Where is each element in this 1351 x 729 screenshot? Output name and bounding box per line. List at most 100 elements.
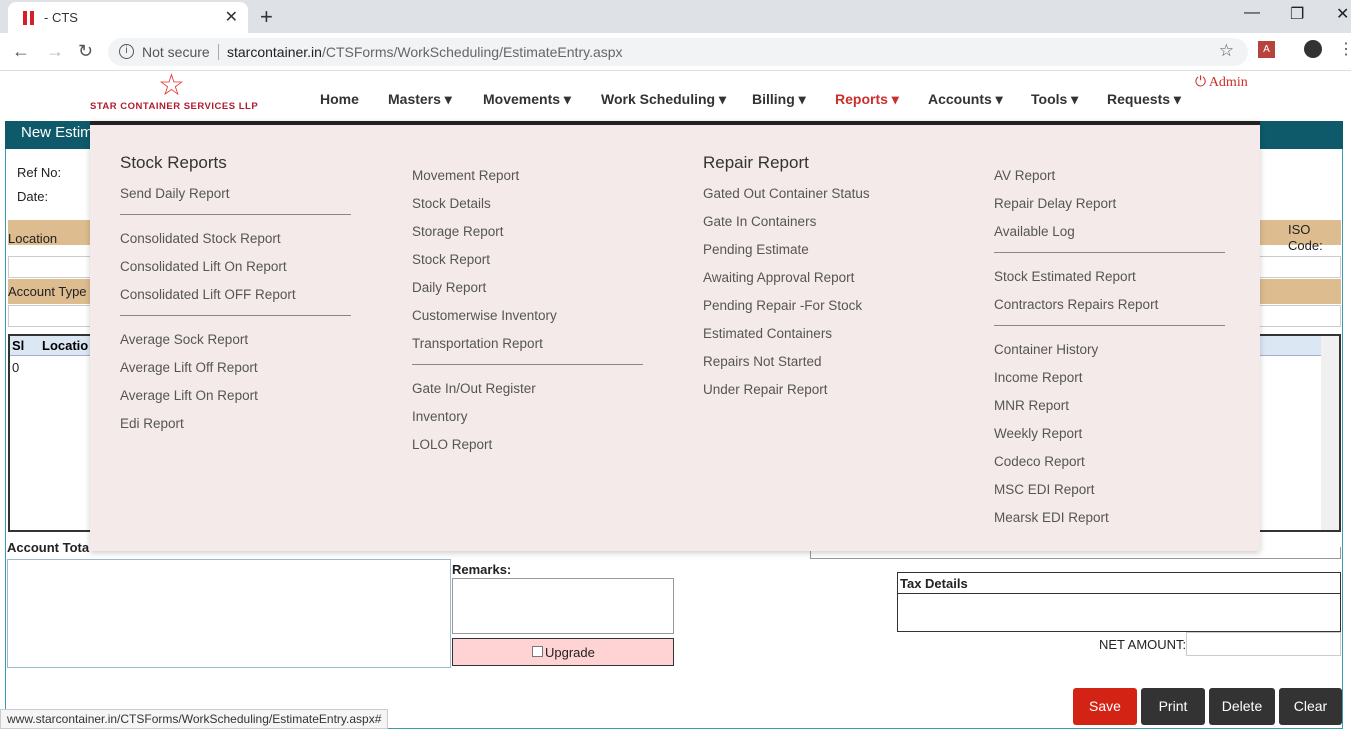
grid-col-sl: Sl — [12, 338, 25, 353]
menu-item-weekly-report[interactable]: Weekly Report — [994, 426, 1082, 441]
upgrade-box: Upgrade — [452, 638, 674, 666]
admin-link[interactable]: ⏻ Admin — [1195, 75, 1248, 91]
menu-item-edi-report[interactable]: Edi Report — [120, 416, 184, 431]
menu-item-estimated-containers[interactable]: Estimated Containers — [703, 326, 832, 341]
grid-scrollbar[interactable] — [1321, 336, 1339, 530]
menu-item-customerwise-inventory[interactable]: Customerwise Inventory — [412, 308, 557, 323]
menu-item-msc-edi-report[interactable]: MSC EDI Report — [994, 482, 1095, 497]
page-title: New Estim — [21, 124, 93, 141]
menu-item-stock-details[interactable]: Stock Details — [412, 196, 491, 211]
repair-report-heading: Repair Report — [703, 153, 809, 172]
pdf-extension-icon[interactable]: A — [1258, 41, 1275, 58]
save-button[interactable]: Save — [1073, 688, 1137, 725]
star-logo-icon: ☆ — [158, 69, 185, 102]
nav-movements[interactable]: Movements ▾ — [483, 91, 571, 108]
menu-item-daily-report[interactable]: Daily Report — [412, 280, 486, 295]
url-text: starcontainer.in/CTSForms/WorkScheduling… — [227, 44, 623, 60]
menu-divider — [120, 214, 351, 215]
nav-masters[interactable]: Masters ▾ — [388, 91, 452, 108]
nav-accounts[interactable]: Accounts ▾ — [928, 91, 1003, 108]
iso-code-label: ISO Code: — [1288, 222, 1323, 253]
menu-item-consolidated-lift-off[interactable]: Consolidated Lift OFF Report — [120, 287, 296, 302]
menu-divider — [994, 252, 1225, 253]
menu-item-pending-estimate[interactable]: Pending Estimate — [703, 242, 809, 257]
menu-item-pending-repair[interactable]: Pending Repair -For Stock — [703, 298, 862, 313]
menu-item-container-history[interactable]: Container History — [994, 342, 1098, 357]
net-amount-label: NET AMOUNT: — [1099, 637, 1187, 652]
menu-item-repairs-not-started[interactable]: Repairs Not Started — [703, 354, 822, 369]
close-tab-icon[interactable]: ✕ — [225, 7, 238, 27]
browser-menu-icon[interactable]: ⋮ — [1338, 39, 1351, 59]
menu-item-mearsk-edi-report[interactable]: Mearsk EDI Report — [994, 510, 1109, 525]
menu-item-gated-out-status[interactable]: Gated Out Container Status — [703, 186, 870, 201]
menu-item-average-lift-off[interactable]: Average Lift Off Report — [120, 360, 258, 375]
menu-item-under-repair[interactable]: Under Repair Report — [703, 382, 828, 397]
delete-button[interactable]: Delete — [1209, 688, 1275, 725]
menu-item-gate-in-out-register[interactable]: Gate In/Out Register — [412, 381, 536, 396]
minimize-icon[interactable]: — — [1244, 4, 1260, 22]
menu-item-consolidated-stock[interactable]: Consolidated Stock Report — [120, 231, 281, 246]
menu-item-storage-report[interactable]: Storage Report — [412, 224, 504, 239]
close-window-icon[interactable]: ✕ — [1336, 4, 1349, 24]
nav-requests[interactable]: Requests ▾ — [1107, 91, 1181, 108]
url-host: starcontainer.in — [227, 44, 322, 60]
menu-item-available-log[interactable]: Available Log — [994, 224, 1075, 239]
print-button[interactable]: Print — [1141, 688, 1205, 725]
menu-divider — [120, 315, 351, 316]
menu-item-average-lift-on[interactable]: Average Lift On Report — [120, 388, 258, 403]
net-amount-input[interactable] — [1186, 632, 1341, 656]
tax-details-box: Tax Details — [897, 572, 1341, 632]
logo-text: STAR CONTAINER SERVICES LLP — [90, 101, 259, 112]
new-tab-icon[interactable]: + — [260, 4, 273, 30]
browser-tab[interactable]: - CTS ✕ — [8, 2, 248, 33]
bookmark-star-icon[interactable]: ☆ — [1219, 41, 1234, 61]
nav-billing[interactable]: Billing ▾ — [752, 91, 806, 108]
grid-col-location: Locatio — [42, 338, 89, 353]
menu-item-lolo-report[interactable]: LOLO Report — [412, 437, 492, 452]
menu-item-gate-in-containers[interactable]: Gate In Containers — [703, 214, 816, 229]
menu-item-mnr-report[interactable]: MNR Report — [994, 398, 1069, 413]
clear-button[interactable]: Clear — [1279, 688, 1342, 725]
remarks-label: Remarks: — [452, 562, 512, 577]
menu-item-av-report[interactable]: AV Report — [994, 168, 1055, 183]
menu-item-awaiting-approval[interactable]: Awaiting Approval Report — [703, 270, 854, 285]
nav-reports[interactable]: Reports ▾ — [835, 91, 899, 108]
ref-no-label: Ref No: — [17, 165, 62, 180]
menu-item-consolidated-lift-on[interactable]: Consolidated Lift On Report — [120, 259, 287, 274]
reload-icon[interactable]: ↻ — [78, 41, 93, 62]
logout-icon: ⏻ — [1195, 75, 1207, 90]
menu-item-inventory[interactable]: Inventory — [412, 409, 468, 424]
status-bar: www.starcontainer.in/CTSForms/WorkSchedu… — [0, 709, 389, 729]
profile-avatar-icon[interactable] — [1304, 40, 1322, 58]
menu-item-repair-delay[interactable]: Repair Delay Report — [994, 196, 1116, 211]
menu-item-contractors-repairs[interactable]: Contractors Repairs Report — [994, 297, 1158, 312]
menu-item-income-report[interactable]: Income Report — [994, 370, 1083, 385]
tax-divider — [898, 593, 1340, 594]
menu-item-transportation-report[interactable]: Transportation Report — [412, 336, 543, 351]
info-icon[interactable]: i — [119, 44, 134, 59]
browser-tab-bar: - CTS ✕ + — ❐ ✕ — [0, 0, 1351, 33]
menu-item-send-daily-report[interactable]: Send Daily Report — [120, 186, 230, 201]
reports-dropdown: Stock Reports Send Daily Report Consolid… — [90, 121, 1260, 551]
menu-item-movement-report[interactable]: Movement Report — [412, 168, 519, 183]
restore-icon[interactable]: ❐ — [1290, 4, 1304, 24]
logo[interactable]: ☆ STAR CONTAINER SERVICES LLP — [90, 71, 280, 116]
date-label: Date: — [17, 189, 49, 204]
back-icon[interactable]: ← — [12, 41, 30, 62]
menu-divider — [994, 325, 1225, 326]
nav-tools[interactable]: Tools ▾ — [1031, 91, 1078, 108]
forward-icon[interactable]: → — [46, 41, 64, 62]
menu-item-stock-estimated[interactable]: Stock Estimated Report — [994, 269, 1136, 284]
menu-item-average-sock[interactable]: Average Sock Report — [120, 332, 248, 347]
nav-home[interactable]: Home — [320, 91, 359, 107]
separator — [218, 44, 219, 60]
remarks-textarea[interactable] — [452, 578, 674, 634]
url-field[interactable]: i Not secure starcontainer.in/CTSForms/W… — [108, 38, 1248, 66]
menu-item-stock-report[interactable]: Stock Report — [412, 252, 490, 267]
address-bar: ← → ↻ i Not secure starcontainer.in/CTSF… — [0, 33, 1351, 71]
account-total-box[interactable] — [7, 559, 451, 668]
menu-item-codeco-report[interactable]: Codeco Report — [994, 454, 1085, 469]
nav-work-scheduling[interactable]: Work Scheduling ▾ — [601, 91, 726, 108]
upgrade-checkbox[interactable] — [532, 646, 543, 657]
stock-reports-heading: Stock Reports — [120, 153, 227, 172]
